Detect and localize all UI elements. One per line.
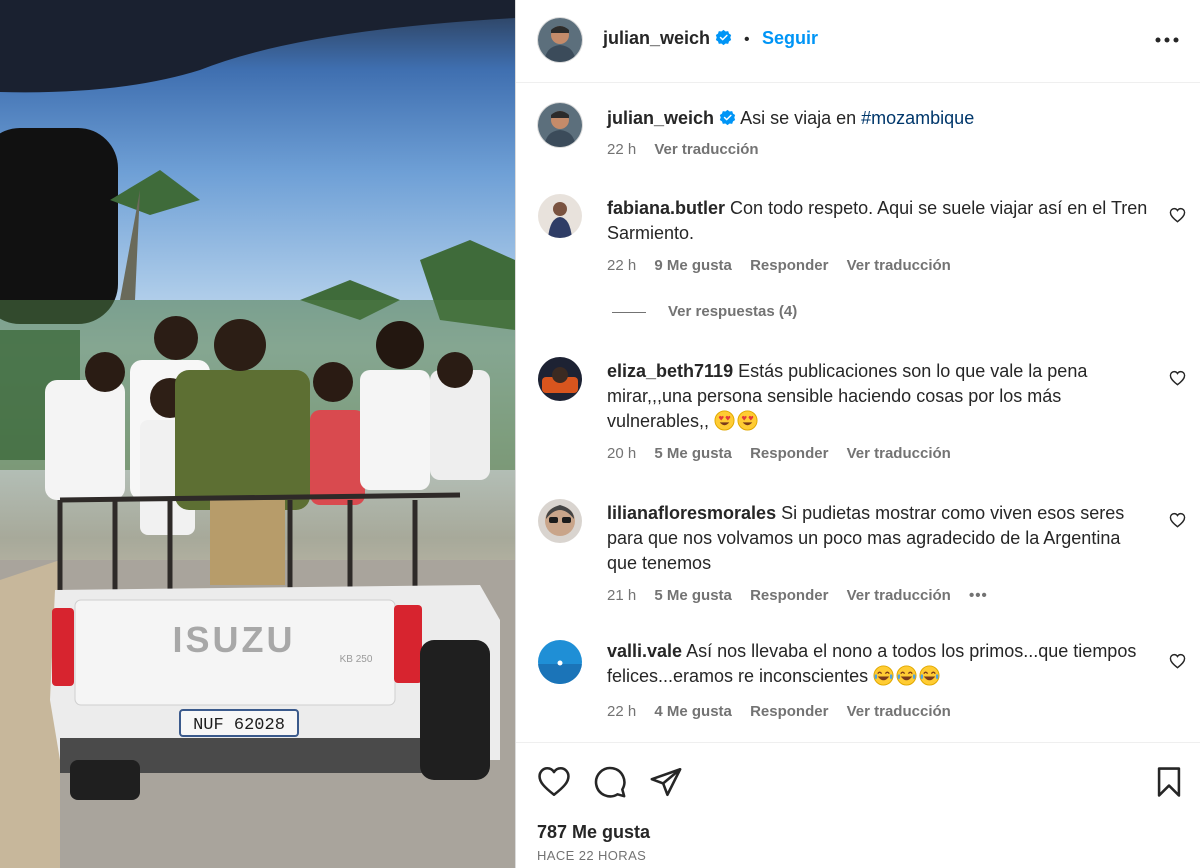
comment-meta: 20 h 5 Me gusta Responder Ver traducción <box>607 445 965 462</box>
commenter-avatar[interactable] <box>538 357 582 401</box>
translate-link[interactable]: Ver traducción <box>847 703 951 720</box>
comment-likes-count[interactable]: 9 Me gusta <box>654 257 732 274</box>
post-header: julian_weich • Seguir <box>516 0 1200 83</box>
commenter-avatar[interactable] <box>538 194 582 238</box>
view-replies-toggle[interactable]: Ver respuestas (4) <box>612 303 797 320</box>
post-caption: julian_weich Asi se viaja en #mozambique… <box>516 100 1200 170</box>
comment-item: valli.vale Así nos llevaba el nono a tod… <box>516 636 1200 726</box>
post-details-panel: julian_weich • Seguir julian_weich Asi s… <box>516 0 1200 868</box>
commenter-avatar[interactable] <box>538 499 582 543</box>
author-avatar[interactable] <box>538 18 582 62</box>
tears-of-joy-emoji-icon <box>919 665 940 686</box>
comment-item: eliza_beth7119 Estás publicaciones son l… <box>516 353 1200 468</box>
verified-badge-icon <box>715 29 731 46</box>
comment-username[interactable]: valli.vale <box>607 641 682 661</box>
post-timestamp[interactable]: HACE 22 HORAS <box>537 848 646 863</box>
more-options-icon[interactable] <box>1154 30 1180 50</box>
caption-hashtag-link[interactable]: #mozambique <box>861 108 974 128</box>
commenter-avatar[interactable] <box>538 640 582 684</box>
caption-author-avatar[interactable] <box>538 103 582 147</box>
comment-text-block: fabiana.butler Con todo respeto. Aqui se… <box>607 196 1152 246</box>
caption-meta: 22 h Ver traducción <box>607 141 773 158</box>
caption-time[interactable]: 22 h <box>607 141 636 158</box>
reply-button[interactable]: Responder <box>750 587 828 604</box>
comment-time[interactable]: 20 h <box>607 445 636 462</box>
comment-meta: 22 h 4 Me gusta Responder Ver traducción <box>607 703 965 720</box>
replies-line <box>612 311 646 313</box>
reply-button[interactable]: Responder <box>750 703 828 720</box>
comment-likes-count[interactable]: 5 Me gusta <box>654 587 732 604</box>
post-likes-count[interactable]: 787 Me gusta <box>537 822 650 843</box>
reply-button[interactable]: Responder <box>750 445 828 462</box>
view-replies-label: Ver respuestas (4) <box>668 303 798 320</box>
comment-likes-count[interactable]: 5 Me gusta <box>654 445 732 462</box>
truck-badge-text: KB 250 <box>340 654 373 665</box>
comment-bubble-icon[interactable] <box>593 765 627 799</box>
comment-text-block: lilianafloresmorales Si pudietas mostrar… <box>607 501 1152 576</box>
comment-like-icon[interactable] <box>1169 512 1186 528</box>
comment-like-icon[interactable] <box>1169 207 1186 223</box>
comment-item: fabiana.butler Con todo respeto. Aqui se… <box>516 190 1200 280</box>
heart-eyes-emoji-icon <box>737 410 758 431</box>
comment-text-block: valli.vale Así nos llevaba el nono a tod… <box>607 639 1152 689</box>
tears-of-joy-emoji-icon <box>873 665 894 686</box>
translate-link[interactable]: Ver traducción <box>847 587 951 604</box>
comment-username[interactable]: fabiana.butler <box>607 198 725 218</box>
comment-time[interactable]: 22 h <box>607 257 636 274</box>
tears-of-joy-emoji-icon <box>896 665 917 686</box>
author-username[interactable]: julian_weich <box>603 28 710 48</box>
comment-text-block: eliza_beth7119 Estás publicaciones son l… <box>607 359 1152 434</box>
caption-username[interactable]: julian_weich <box>607 108 714 128</box>
truck-scene-image: ISUZU KB 250 NUF 62028 <box>0 0 515 868</box>
truck-brand-text: ISUZU <box>173 619 296 660</box>
comment-more-options[interactable]: ••• <box>969 587 988 604</box>
caption-text-block: julian_weich Asi se viaja en #mozambique <box>607 106 1152 131</box>
share-send-icon[interactable] <box>649 765 683 799</box>
comment-like-icon[interactable] <box>1169 653 1186 669</box>
comment-username[interactable]: eliza_beth7119 <box>607 361 733 381</box>
comment-item: lilianafloresmorales Si pudietas mostrar… <box>516 495 1200 610</box>
comment-text: Así nos llevaba el nono a todos los prim… <box>607 641 1137 686</box>
like-heart-icon[interactable] <box>537 765 571 799</box>
comment-meta: 21 h 5 Me gusta Responder Ver traducción… <box>607 587 1002 604</box>
comment-like-icon[interactable] <box>1169 370 1186 386</box>
heart-eyes-emoji-icon <box>714 410 735 431</box>
reply-button[interactable]: Responder <box>750 257 828 274</box>
post-photo[interactable]: ISUZU KB 250 NUF 62028 <box>0 0 515 868</box>
translate-link[interactable]: Ver traducción <box>847 445 951 462</box>
translate-link[interactable]: Ver traducción <box>847 257 951 274</box>
verified-badge-icon <box>719 109 736 126</box>
comment-time[interactable]: 22 h <box>607 703 636 720</box>
caption-text: Asi se viaja en <box>740 108 862 128</box>
comment-likes-count[interactable]: 4 Me gusta <box>654 703 732 720</box>
comment-time[interactable]: 21 h <box>607 587 636 604</box>
caption-translate-link[interactable]: Ver traducción <box>654 141 758 158</box>
comment-username[interactable]: lilianafloresmorales <box>607 503 776 523</box>
save-bookmark-icon[interactable] <box>1152 765 1186 799</box>
post-actions: 787 Me gusta HACE 22 HORAS <box>516 742 1200 868</box>
follow-button[interactable]: Seguir <box>762 28 818 48</box>
comment-meta: 22 h 9 Me gusta Responder Ver traducción <box>607 257 965 274</box>
license-plate-text: NUF 62028 <box>193 716 285 735</box>
separator-dot: • <box>743 31 750 48</box>
